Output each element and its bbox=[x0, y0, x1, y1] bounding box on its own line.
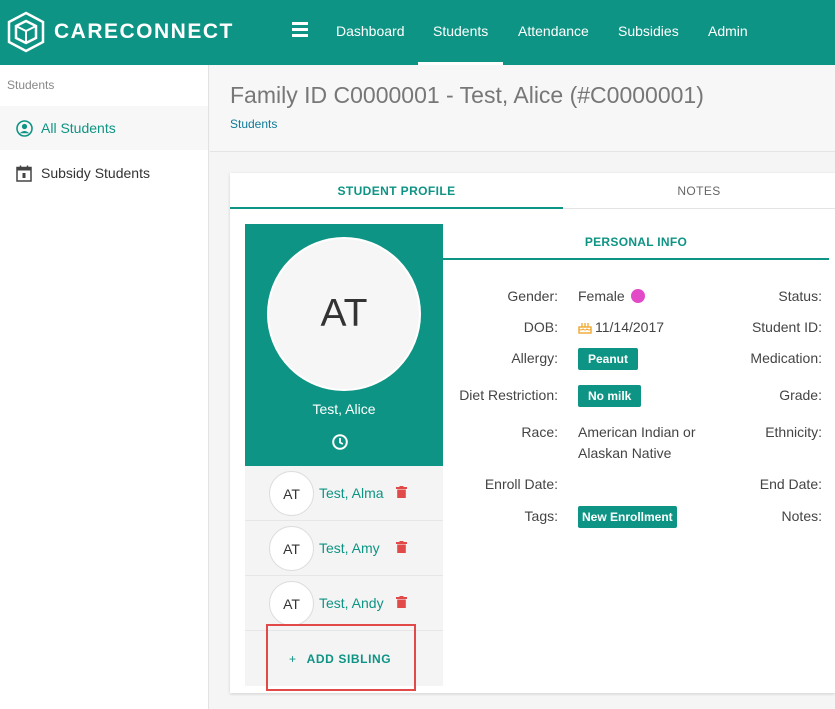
medication-label: Medication: bbox=[750, 350, 822, 366]
sidebar-item-label: Subsidy Students bbox=[41, 165, 150, 181]
race-value-line1: American Indian or bbox=[578, 424, 696, 440]
avatar: AT bbox=[267, 237, 421, 391]
birthday-cake-icon bbox=[578, 323, 592, 334]
dob-text: 11/14/2017 bbox=[595, 319, 665, 335]
highlight-box bbox=[266, 624, 416, 691]
tab-notes[interactable]: NOTES bbox=[563, 173, 835, 209]
hamburger-menu-icon[interactable] bbox=[292, 22, 308, 38]
sidebar: Students All Students Subsidy Students bbox=[0, 65, 209, 709]
nav-dashboard[interactable]: Dashboard bbox=[336, 0, 405, 65]
top-navbar: CARECONNECT Dashboard Students Attendanc… bbox=[0, 0, 835, 65]
gender-text: Female bbox=[578, 288, 625, 304]
ethnicity-label: Ethnicity: bbox=[765, 424, 822, 440]
profile-name: Test, Alice bbox=[312, 401, 376, 417]
female-icon bbox=[630, 289, 645, 303]
list-item[interactable]: AT Test, Amy bbox=[245, 521, 443, 576]
tag-chip: New Enrollment bbox=[578, 506, 677, 528]
brand-name: CARECONNECT bbox=[54, 20, 234, 43]
enroll-date-label: Enroll Date: bbox=[484, 476, 558, 492]
trash-icon[interactable] bbox=[396, 596, 407, 608]
profile-panel: AT Test, Alice bbox=[245, 224, 443, 466]
nav-attendance[interactable]: Attendance bbox=[518, 0, 589, 65]
sidebar-item-label: All Students bbox=[41, 120, 116, 136]
brand-logo[interactable]: CARECONNECT bbox=[6, 11, 234, 53]
person-circle-icon bbox=[15, 119, 33, 137]
sidebar-item-subsidy-students[interactable]: Subsidy Students bbox=[0, 151, 208, 195]
list-item[interactable]: AT Test, Andy bbox=[245, 576, 443, 631]
dob-value: 11/14/2017 bbox=[578, 319, 664, 335]
avatar: AT bbox=[269, 581, 314, 626]
tags-label: Tags: bbox=[524, 508, 558, 524]
calendar-icon bbox=[15, 164, 33, 182]
sidebar-item-all-students[interactable]: All Students bbox=[0, 106, 208, 150]
tab-student-profile[interactable]: STUDENT PROFILE bbox=[230, 173, 563, 209]
allergy-label: Allergy: bbox=[511, 350, 558, 366]
gender-value: Female bbox=[578, 288, 645, 304]
nav-subsidies[interactable]: Subsidies bbox=[618, 0, 679, 65]
page-title: Family ID C0000001 - Test, Alice (#C0000… bbox=[230, 82, 704, 108]
grade-label: Grade: bbox=[779, 387, 822, 403]
sibling-link[interactable]: Test, Andy bbox=[319, 595, 384, 611]
careconnect-logo-icon bbox=[7, 11, 45, 53]
diet-chip: No milk bbox=[578, 385, 642, 407]
avatar: AT bbox=[269, 471, 314, 516]
notes-label: Notes: bbox=[781, 508, 822, 524]
status-label: Status: bbox=[778, 288, 822, 304]
student-id-label: Student ID: bbox=[751, 319, 822, 335]
sidebar-heading: Students bbox=[7, 78, 55, 92]
trash-icon[interactable] bbox=[396, 541, 407, 553]
nav-students[interactable]: Students bbox=[417, 0, 504, 65]
trash-icon[interactable] bbox=[396, 486, 407, 498]
diet-label: Diet Restriction: bbox=[459, 387, 558, 403]
sibling-link[interactable]: Test, Alma bbox=[319, 485, 384, 501]
race-label: Race: bbox=[521, 424, 558, 440]
breadcrumb-students[interactable]: Students bbox=[230, 117, 277, 131]
tab-personal-info[interactable]: PERSONAL INFO bbox=[443, 224, 829, 260]
end-date-label: End Date: bbox=[759, 476, 822, 492]
allergy-chip: Peanut bbox=[578, 348, 639, 370]
dob-label: DOB: bbox=[523, 319, 558, 335]
list-item[interactable]: AT Test, Alma bbox=[245, 466, 443, 521]
avatar: AT bbox=[269, 526, 314, 571]
sibling-link[interactable]: Test, Amy bbox=[319, 540, 380, 556]
page-header: Family ID C0000001 - Test, Alice (#C0000… bbox=[210, 65, 835, 152]
clock-icon[interactable] bbox=[331, 433, 349, 451]
gender-label: Gender: bbox=[507, 288, 558, 304]
race-value-line2: Alaskan Native bbox=[578, 445, 672, 461]
nav-admin[interactable]: Admin bbox=[708, 0, 748, 65]
